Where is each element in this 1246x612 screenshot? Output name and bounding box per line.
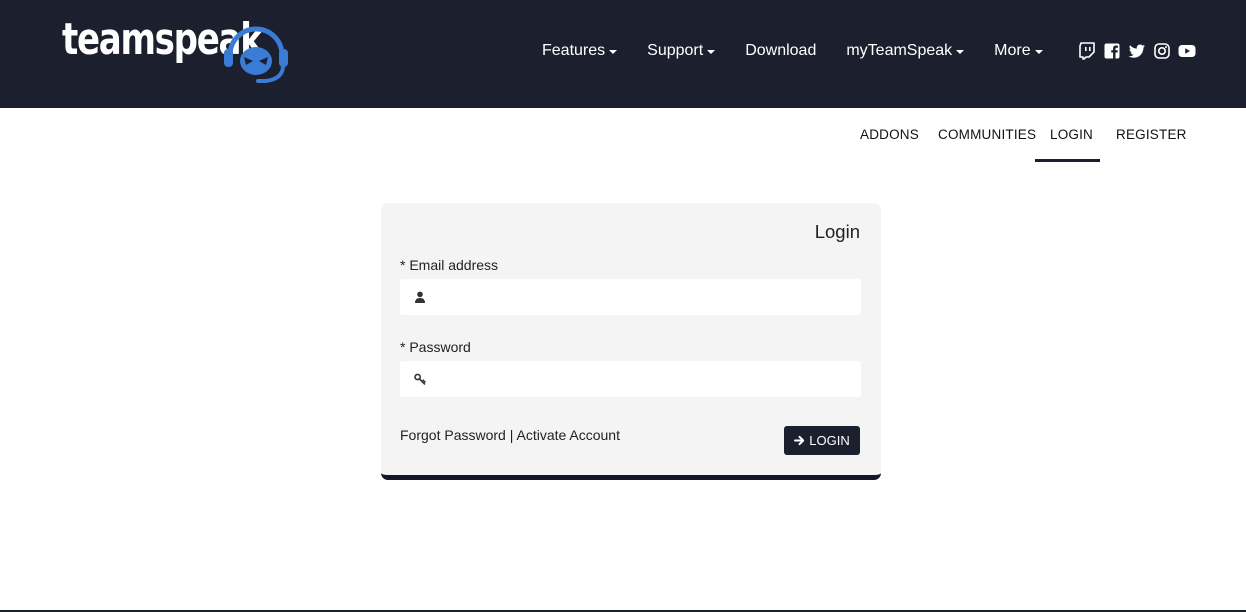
- nav-myteamspeak[interactable]: myTeamSpeak: [846, 42, 965, 60]
- login-title: Login: [814, 221, 860, 242]
- subnav-register[interactable]: REGISTER: [1116, 108, 1187, 162]
- login-button[interactable]: LOGIN: [784, 426, 860, 455]
- account-links: Forgot Password | Activate Account: [400, 427, 620, 443]
- social-links: [1078, 42, 1196, 60]
- user-icon: [415, 291, 425, 303]
- caret-down-icon: [609, 49, 618, 54]
- email-label: * Email address: [400, 257, 499, 273]
- subnav-addons[interactable]: ADDONS: [860, 108, 919, 162]
- nav-features-label: Features: [542, 42, 606, 59]
- nav-download[interactable]: Download: [745, 42, 816, 60]
- subnav-communities[interactable]: COMMUNITIES: [938, 108, 1036, 162]
- link-separator: |: [509, 427, 514, 443]
- login-card: Login * Email address * Password Forgot …: [381, 203, 881, 480]
- twitter-icon[interactable]: [1128, 42, 1146, 60]
- nav-more-label: More: [994, 42, 1031, 59]
- email-field-wrapper: [400, 279, 861, 315]
- email-input[interactable]: [426, 279, 861, 315]
- nav-support-label: Support: [647, 42, 704, 59]
- activate-account-link[interactable]: Activate Account: [516, 427, 620, 443]
- password-input[interactable]: [426, 361, 861, 397]
- youtube-icon[interactable]: [1178, 42, 1196, 60]
- active-tab-indicator: [1035, 159, 1100, 162]
- teamspeak-logo[interactable]: teamspeak: [62, 18, 294, 83]
- caret-down-icon: [1034, 49, 1043, 54]
- nav-support[interactable]: Support: [647, 42, 716, 60]
- subnav-login[interactable]: LOGIN: [1050, 108, 1093, 162]
- arrow-right-icon: [794, 435, 805, 446]
- password-field-wrapper: [400, 361, 861, 397]
- nav-myteamspeak-label: myTeamSpeak: [846, 42, 953, 59]
- headset-logo-icon: [224, 26, 288, 83]
- nav-more[interactable]: More: [994, 42, 1043, 60]
- twitch-icon[interactable]: [1078, 42, 1096, 60]
- nav-download-label: Download: [745, 42, 817, 59]
- forgot-password-link[interactable]: Forgot Password: [400, 427, 506, 443]
- login-button-label: LOGIN: [809, 433, 850, 448]
- sub-nav: ADDONS COMMUNITIES LOGIN REGISTER: [0, 108, 1246, 164]
- instagram-icon[interactable]: [1153, 42, 1171, 60]
- key-icon: [414, 373, 426, 385]
- nav-features[interactable]: Features: [542, 42, 618, 60]
- password-label: * Password: [400, 339, 471, 355]
- facebook-icon[interactable]: [1103, 42, 1121, 60]
- top-navbar: teamspeak Features Support Download myTe…: [0, 0, 1246, 108]
- caret-down-icon: [956, 49, 965, 54]
- main-nav: Features Support Download myTeamSpeak Mo…: [542, 40, 1043, 62]
- caret-down-icon: [707, 49, 716, 54]
